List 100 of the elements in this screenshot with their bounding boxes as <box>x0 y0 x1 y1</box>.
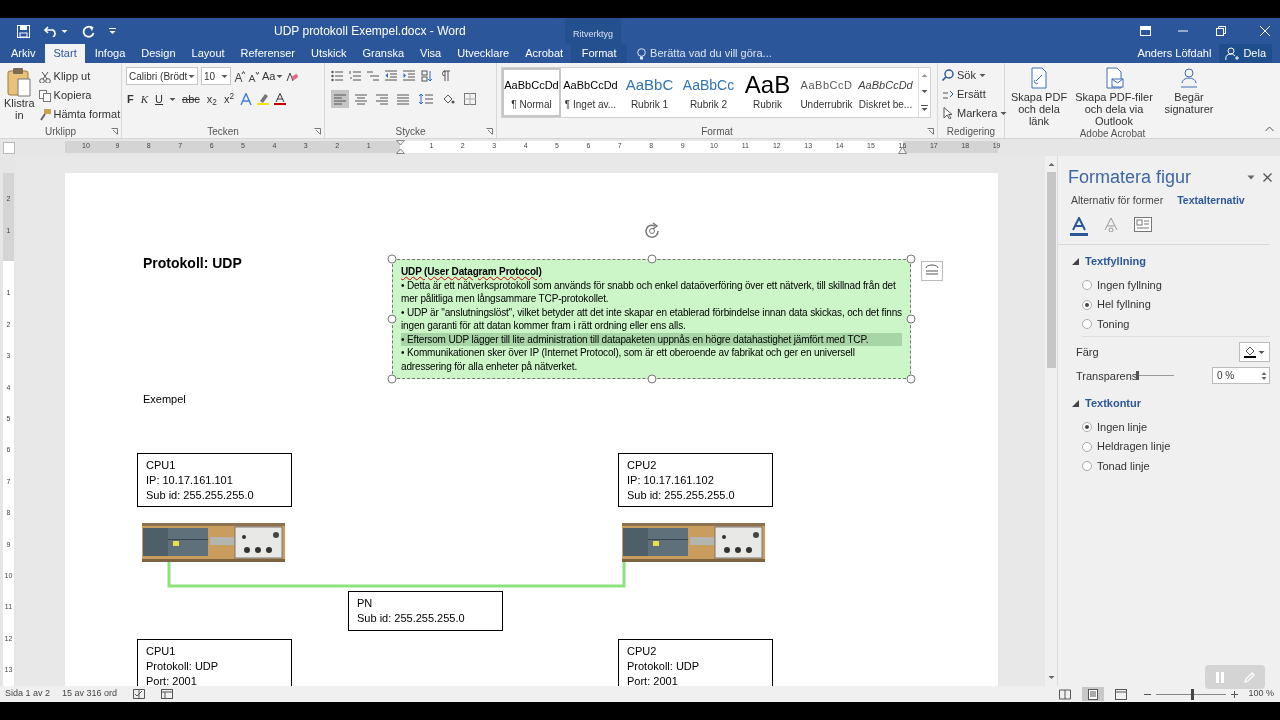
panel-icon-tab[interactable] <box>1070 216 1088 236</box>
shading-icon[interactable] <box>442 93 455 105</box>
paste-button[interactable]: Klistra in <box>4 67 35 125</box>
share-button[interactable]: Dela <box>1219 44 1272 63</box>
dialog-launcher-icon[interactable] <box>927 128 934 135</box>
highlighter-icon[interactable] <box>256 93 269 106</box>
change-case-button[interactable]: Aa <box>262 67 284 85</box>
format-button[interactable]: U <box>154 91 165 108</box>
scroll-up-icon[interactable] <box>1048 162 1055 167</box>
zoom-slider[interactable] <box>1156 688 1227 700</box>
transparency-field[interactable]: 0 % <box>1212 367 1270 385</box>
bullets-icon[interactable] <box>331 70 343 82</box>
resize-handle[interactable] <box>647 374 656 384</box>
editing-button[interactable]: Markera <box>942 105 1008 121</box>
acrobat-button[interactable]: Skapa PDF-filer och dela via Outlook <box>1071 67 1157 127</box>
radio-button[interactable] <box>1082 422 1092 432</box>
font-color-icon[interactable] <box>273 93 286 106</box>
indent-marker-icon[interactable] <box>396 140 405 154</box>
radio-button[interactable] <box>1082 319 1092 329</box>
ribbon-tab[interactable]: Arkiv <box>3 44 44 63</box>
pilcrow-icon[interactable] <box>439 70 451 82</box>
customize-icon[interactable] <box>109 27 116 35</box>
dialog-launcher-icon[interactable] <box>486 128 493 135</box>
indent-marker-icon[interactable] <box>898 146 907 154</box>
panel-tab[interactable]: Alternativ för former <box>1071 193 1164 209</box>
font-name-field[interactable]: Calibri (Brödt <box>126 67 198 85</box>
caret-icon[interactable] <box>1000 110 1008 116</box>
caret-icon[interactable] <box>221 73 228 79</box>
borders-icon[interactable] <box>464 93 476 105</box>
diagram-text-box[interactable]: CPU2 Protokoll: UDP Port: 2001 <box>618 639 773 686</box>
layout-options-icon[interactable] <box>921 261 943 281</box>
section-header[interactable]: Textkontur <box>1085 394 1142 412</box>
spinner-icon[interactable] <box>1261 370 1267 381</box>
format-button[interactable]: x$_{2}$ <box>205 91 218 108</box>
ribbon-tab[interactable]: Granska <box>354 44 412 63</box>
sort-icon[interactable] <box>421 70 433 82</box>
page-count[interactable]: Sida 1 av 2 <box>5 687 51 701</box>
color-picker-button[interactable] <box>1239 342 1270 363</box>
line-spacing-icon[interactable] <box>419 93 433 105</box>
scroll-down-icon[interactable] <box>921 89 928 94</box>
grow-font-icon[interactable] <box>234 70 245 82</box>
style-item[interactable]: AaBbCcD Underrubrik <box>797 68 856 117</box>
caret-icon[interactable] <box>1258 349 1265 355</box>
caret-icon[interactable] <box>188 73 195 79</box>
zoom-in-icon[interactable] <box>1231 690 1239 698</box>
macro-record-icon[interactable] <box>161 689 174 699</box>
format-button[interactable]: F <box>126 91 135 108</box>
diagram-text-box[interactable]: CPU2 IP: 10.17.161.102 Sub id: 255.255.255.0 <box>618 453 773 507</box>
panel-tab[interactable]: Textalternativ <box>1177 193 1245 209</box>
resize-handle[interactable] <box>906 254 916 264</box>
scroll-down-icon[interactable] <box>1048 675 1055 680</box>
ribbon-tab[interactable]: Acrobat <box>517 44 572 63</box>
zoom-level[interactable]: 100 % <box>1248 687 1274 701</box>
multilevel-list-icon[interactable] <box>367 70 379 82</box>
view-button[interactable] <box>1082 687 1105 701</box>
redo-icon[interactable] <box>82 24 95 38</box>
clipboard-button[interactable]: Kopiera <box>38 87 121 104</box>
transparency-slider[interactable] <box>1136 371 1174 381</box>
resize-handle[interactable] <box>387 254 397 264</box>
gallery-more-icon[interactable] <box>921 104 928 112</box>
ribbon-display-icon[interactable] <box>1140 26 1151 36</box>
resize-handle[interactable] <box>387 374 397 384</box>
diagram-text-box[interactable]: CPU1 Protokoll: UDP Port: 2001 <box>137 639 292 686</box>
caret-icon[interactable] <box>169 96 177 102</box>
slider-thumb[interactable] <box>1136 371 1139 381</box>
editing-button[interactable]: Sök <box>942 67 1008 83</box>
scroll-up-icon[interactable] <box>921 73 928 79</box>
dialog-launcher-icon[interactable] <box>314 128 321 135</box>
ribbon-tab[interactable]: Start <box>45 44 85 63</box>
tell-me-search-field[interactable]: Berätta vad du vill göra... <box>637 44 772 63</box>
shrink-font-icon[interactable] <box>248 70 259 82</box>
ribbon-tab[interactable]: Format <box>571 44 628 63</box>
panel-options-icon[interactable] <box>1247 175 1255 180</box>
proofing-icon[interactable] <box>133 689 146 699</box>
ribbon-tab[interactable]: Referenser <box>232 44 303 63</box>
ribbon-tab[interactable]: Design <box>133 44 184 63</box>
close-icon[interactable] <box>1263 173 1272 182</box>
scrollbar-thumb[interactable] <box>1047 172 1056 368</box>
radio-button[interactable] <box>1082 280 1092 290</box>
slider-thumb[interactable] <box>1191 688 1195 700</box>
clear-formatting-icon[interactable] <box>286 70 299 82</box>
text-effects-icon[interactable] <box>239 93 252 106</box>
increase-indent-icon[interactable] <box>403 70 415 82</box>
caret-icon[interactable] <box>978 72 986 78</box>
editing-button[interactable]: Ersätt <box>942 86 1008 102</box>
style-item[interactable]: AaBbCcDd ¶ Normal <box>502 68 561 117</box>
ribbon-tab[interactable]: Layout <box>183 44 233 63</box>
diagram-text-box[interactable]: PN Sub id: 255.255.255.0 <box>348 591 503 631</box>
user-name[interactable]: Anders Löfdahl <box>1137 44 1212 63</box>
radio-button[interactable] <box>1082 441 1092 452</box>
save-icon[interactable] <box>17 24 30 38</box>
restore-icon[interactable] <box>1216 26 1226 36</box>
font-size-field[interactable]: 10 <box>201 67 231 85</box>
radio-button[interactable] <box>1082 299 1092 310</box>
section-header[interactable]: Textfyllning <box>1085 252 1146 270</box>
dialog-launcher-icon[interactable] <box>111 128 118 135</box>
style-item[interactable]: AaBbC Rubrik 1 <box>620 68 679 117</box>
word-count[interactable]: 15 av 316 ord <box>62 687 118 701</box>
format-button[interactable]: abc <box>181 91 201 108</box>
undo-icon[interactable] <box>44 25 58 37</box>
